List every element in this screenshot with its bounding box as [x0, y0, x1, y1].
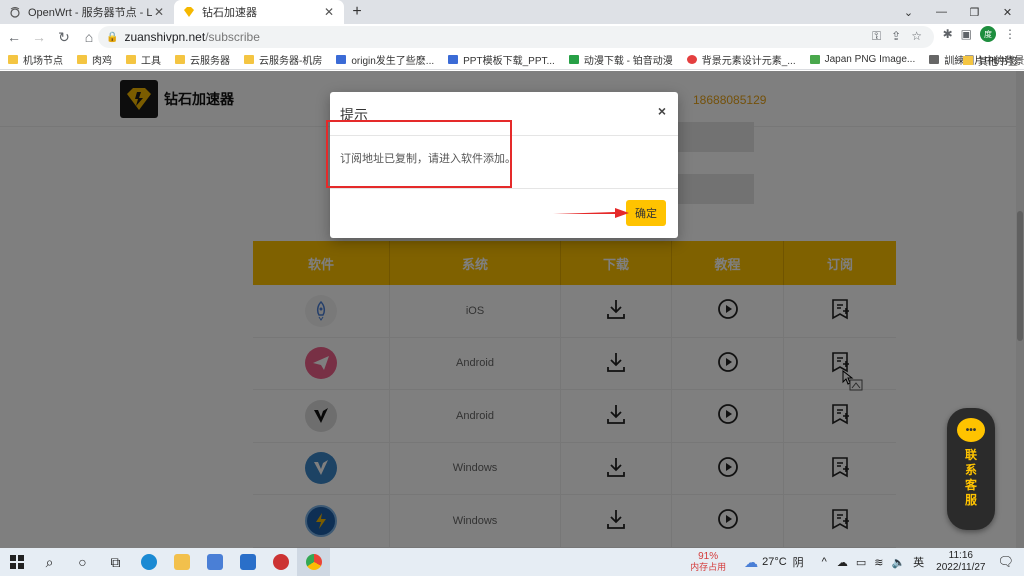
cortana-icon[interactable]: ○ [66, 548, 99, 576]
tab-zuanshi[interactable]: 钻石加速器 ✕ [174, 0, 344, 24]
forward-icon[interactable]: → [28, 26, 50, 48]
folder-icon [175, 55, 185, 64]
cloud-icon: ☁ [744, 553, 759, 570]
close-tab-icon[interactable]: ✕ [322, 5, 336, 19]
bookmark-folder[interactable]: 工具 [126, 52, 161, 67]
diamond-favicon-icon [182, 5, 196, 19]
confirm-button[interactable]: 确定 [626, 200, 666, 226]
folder-icon [8, 55, 18, 64]
bookmark-folder[interactable]: 肉鸡 [77, 52, 112, 67]
chevron-up-icon[interactable]: ^ [822, 556, 827, 568]
reload-icon[interactable]: ↻ [53, 26, 75, 48]
browser-tab-bar: OpenWrt - 服务器节点 - LuCI ✕ 钻石加速器 ✕ + ⌄ — ❐… [0, 0, 1024, 24]
bookmark-link[interactable]: Japan PNG Image... [809, 54, 915, 65]
anime-icon [568, 55, 579, 64]
contact-support-widget[interactable]: ••• 联系客服 [947, 408, 995, 530]
home-icon[interactable]: ⌂ [78, 26, 100, 48]
menu-icon[interactable]: ⋮ [1004, 27, 1016, 41]
contact-support-label: 联系客服 [964, 448, 977, 507]
volume-icon[interactable]: 🔈 [891, 556, 905, 569]
search-icon[interactable]: ⌕ [33, 548, 66, 576]
red-arrow-icon [553, 206, 629, 223]
url-path: /subscribe [205, 30, 260, 44]
divider [330, 188, 678, 189]
close-window-icon[interactable]: ✕ [991, 0, 1024, 24]
tab-openwrt[interactable]: OpenWrt - 服务器节点 - LuCI ✕ [0, 0, 174, 24]
start-icon[interactable] [0, 548, 33, 576]
restore-icon[interactable]: ❐ [958, 0, 991, 24]
browser-toolbar: ← → ↻ ⌂ 🔒 zuanshivpn.net/subscribe ⚿ ⇪ ☆… [0, 24, 1024, 50]
window-controls: ⌄ — ❐ ✕ [892, 0, 1024, 24]
close-tab-icon[interactable]: ✕ [152, 5, 166, 19]
app-icon[interactable] [264, 548, 297, 576]
windows-taskbar: ⌕ ○ ⧉ 91% 内存占用 ☁ 27°C 阴 ^ ☁ ▭ ≋ 🔈 英 11:1… [0, 548, 1024, 576]
bookmark-link[interactable]: PPT模板下载_PPT... [448, 52, 555, 67]
edge-icon[interactable] [132, 548, 165, 576]
chrome-icon[interactable] [297, 548, 330, 576]
folder-icon [244, 55, 254, 64]
clock[interactable]: 11:16 2022/11/27 [936, 550, 985, 574]
chat-bubble-icon: ••• [957, 418, 985, 442]
tab-title: OpenWrt - 服务器节点 - LuCI [28, 7, 152, 19]
other-bookmarks[interactable]: 其他书签 [963, 53, 1018, 68]
folder-icon [126, 55, 136, 64]
onedrive-icon[interactable]: ☁ [837, 556, 848, 569]
bookmarks-bar: 机场节点 肉鸡 工具 云服务器 云服务器-机房 origin发生了些麽... P… [0, 50, 1024, 70]
key-icon[interactable]: ⚿ [872, 29, 881, 44]
page-content: 钻石加速器 18688085129 软件 系统 下载 教程 订阅 iOS And… [0, 71, 1024, 548]
notification-icon[interactable]: 🗨 [997, 554, 1014, 570]
highlight-box [326, 120, 512, 188]
bookmark-folder[interactable]: 机场节点 [8, 52, 63, 67]
battery-icon[interactable]: ▭ [856, 556, 866, 569]
mail-icon[interactable] [231, 548, 264, 576]
bookmark-link[interactable]: 背景元素设计元素_... [686, 52, 796, 67]
task-view-icon[interactable]: ⧉ [99, 548, 132, 576]
png-icon [809, 55, 820, 64]
bookmark-folder[interactable]: 云服务器-机房 [244, 52, 322, 67]
tab-search-icon[interactable]: ⌄ [892, 0, 925, 24]
sidepanel-icon[interactable]: ▣ [961, 27, 972, 41]
bookmark-link[interactable]: origin发生了些麽... [336, 52, 434, 67]
ime-indicator[interactable]: 英 [913, 554, 924, 570]
star-icon[interactable]: ☆ [911, 29, 922, 44]
back-icon[interactable]: ← [3, 26, 25, 48]
address-bar[interactable]: 🔒 zuanshivpn.net/subscribe ⚿ ⇪ ☆ [98, 26, 934, 48]
store-icon[interactable] [198, 548, 231, 576]
cap-icon [929, 55, 940, 64]
bookmark-link[interactable]: 动漫下载 - 铂音动漫 [568, 52, 673, 67]
folder-icon [77, 55, 87, 64]
system-tray: 91% 内存占用 ☁ 27°C 阴 ^ ☁ ▭ ≋ 🔈 英 11:16 2022… [690, 548, 1024, 576]
file-explorer-icon[interactable] [165, 548, 198, 576]
minimize-icon[interactable]: — [925, 0, 958, 24]
p-logo-icon [686, 55, 697, 64]
memory-usage[interactable]: 91% 内存占用 [690, 551, 726, 573]
close-icon[interactable]: × [658, 103, 666, 119]
wifi-icon[interactable]: ≋ [874, 556, 883, 569]
openwrt-favicon-icon [8, 5, 22, 19]
tab-title: 钻石加速器 [202, 7, 257, 19]
paw-icon [336, 55, 347, 64]
url-host: zuanshivpn.net [124, 30, 206, 44]
folder-icon [963, 56, 973, 65]
extensions-icon[interactable]: ✱ [943, 27, 953, 41]
new-tab-button[interactable]: + [348, 3, 366, 21]
bookmark-folder[interactable]: 云服务器 [175, 52, 230, 67]
weather-widget[interactable]: ☁ 27°C 阴 [744, 554, 804, 571]
lock-icon[interactable]: 🔒 [106, 32, 118, 43]
profile-avatar[interactable]: 度 [980, 26, 996, 42]
share-icon[interactable]: ⇪ [891, 29, 901, 44]
ppt-icon [448, 55, 459, 64]
